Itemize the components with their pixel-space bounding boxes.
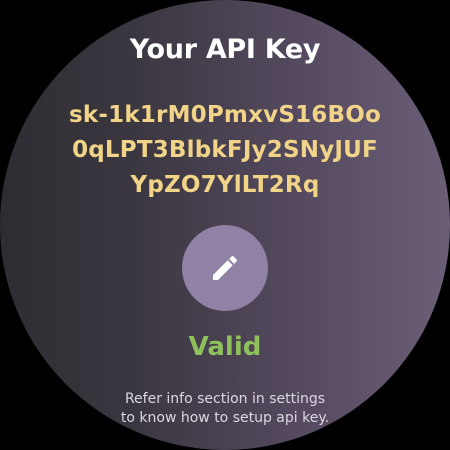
info-text: Refer info section in settings to know h… [0,390,450,428]
page-title: Your API Key [129,34,321,65]
info-line-1: Refer info section in settings [124,391,326,407]
edit-api-key-button[interactable] [182,225,268,311]
pencil-icon [213,255,238,280]
api-key-line-2: 0qLPT3BlbkFJy2SNyJUF [72,137,378,163]
api-key-line-1: sk-1k1rM0PmxvS16BOo [69,102,381,128]
api-key-text: sk-1k1rM0PmxvS16BOo 0qLPT3BlbkFJy2SNyJUF… [60,98,390,203]
info-line-2: to know how to setup api key. [120,410,330,426]
api-key-line-3: YpZO7YlLT2Rq [130,172,320,198]
watch-face: Your API Key sk-1k1rM0PmxvS16BOo 0qLPT3B… [0,0,450,450]
status-badge: Valid [188,332,262,362]
